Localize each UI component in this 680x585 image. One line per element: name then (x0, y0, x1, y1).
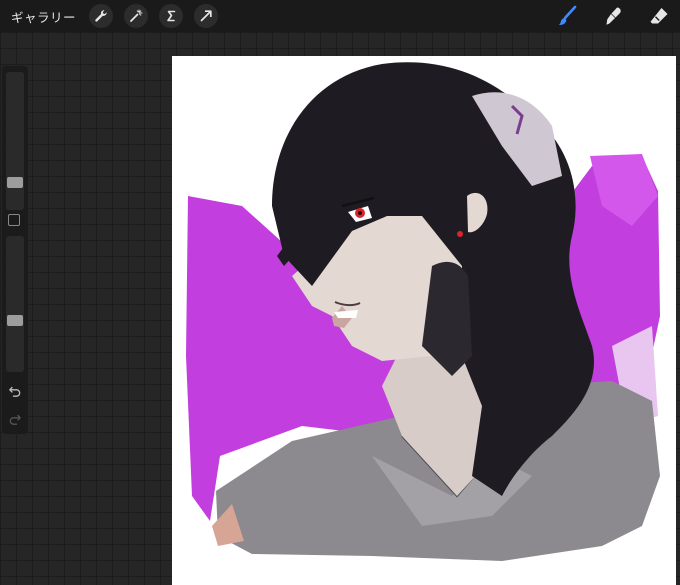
eraser-icon (650, 8, 668, 24)
top-toolbar: ギャラリー (0, 0, 680, 32)
artwork-illustration (186, 62, 660, 561)
drawing-canvas[interactable] (172, 56, 676, 585)
selection-button[interactable] (159, 4, 184, 28)
adjustments-button[interactable] (124, 4, 149, 28)
smudge-icon (606, 7, 621, 25)
transform-button[interactable] (194, 4, 219, 28)
gallery-button[interactable]: ギャラリー (11, 7, 76, 26)
right-tool-group (534, 3, 672, 29)
modify-square-icon[interactable] (8, 214, 20, 226)
brush-size-slider[interactable] (6, 72, 24, 210)
wrench-icon (95, 10, 107, 22)
transform-arrow-icon (200, 10, 212, 22)
smudge-button[interactable] (600, 3, 626, 29)
opacity-slider[interactable] (6, 236, 24, 372)
selection-icon (167, 10, 176, 22)
actions-button[interactable] (89, 4, 114, 28)
opacity-thumb[interactable] (7, 315, 23, 326)
left-sidebar (2, 66, 28, 434)
magic-wand-icon (130, 9, 143, 22)
brush-size-thumb[interactable] (7, 177, 23, 188)
brush-icon (558, 5, 577, 25)
undo-icon[interactable] (8, 384, 22, 398)
erase-button[interactable] (646, 3, 672, 29)
redo-icon[interactable] (8, 412, 22, 426)
paint-button[interactable] (554, 3, 580, 29)
